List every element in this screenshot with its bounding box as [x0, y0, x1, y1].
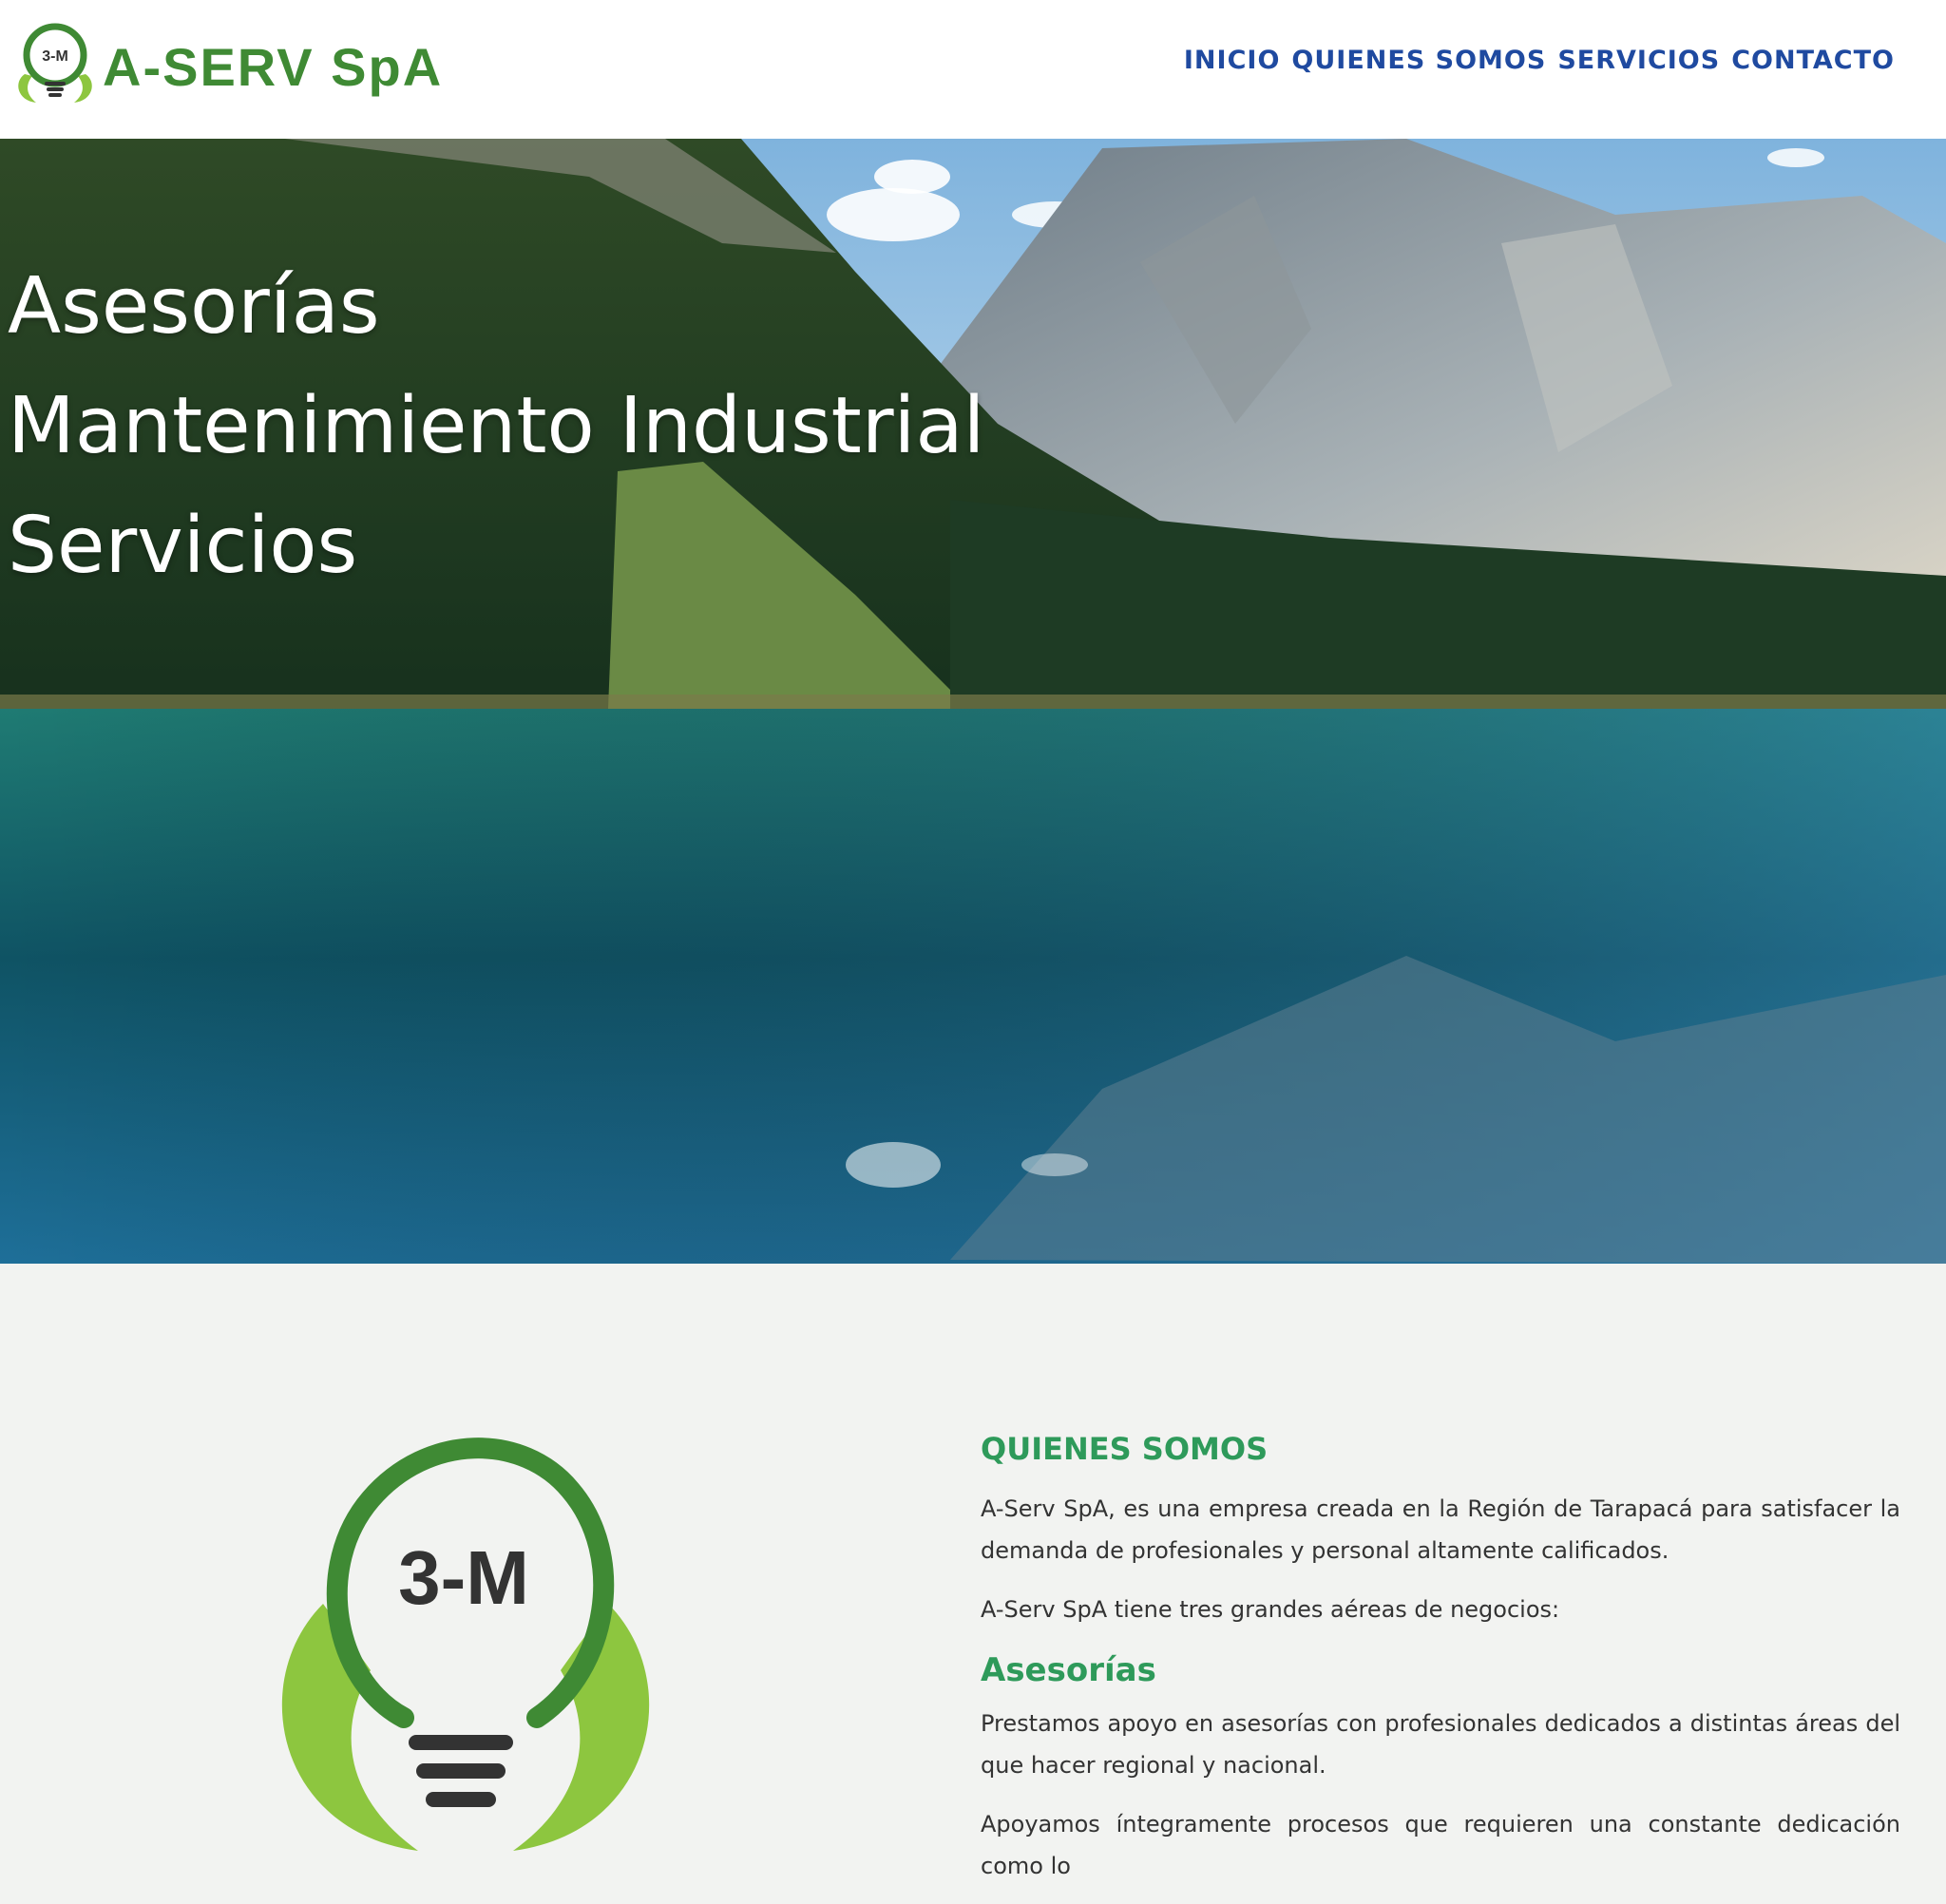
nav-contacto[interactable]: CONTACTO [1731, 46, 1895, 75]
hero-banner: Asesorías Mantenimiento Industrial Servi… [0, 139, 1946, 1264]
nav-quienes-somos[interactable]: QUIENES SOMOS [1291, 46, 1546, 75]
about-paragraph-1: A-Serv SpA, es una empresa creada en la … [981, 1495, 1900, 1564]
about-section: 3-M QUIENES SOMOS A-Serv SpA, es una emp… [0, 1264, 1946, 1879]
svg-text:3-M: 3-M [398, 1535, 529, 1620]
asesorias-subtitle: Asesorías [981, 1651, 1156, 1689]
nav-inicio[interactable]: INICIO [1184, 46, 1281, 75]
hero-line-asesorias: Asesorías [8, 261, 380, 352]
hero-line-mantenimiento: Mantenimiento Industrial [8, 381, 985, 471]
main-nav: INICIO QUIENES SOMOS SERVICIOS CONTACTO [1184, 46, 1895, 75]
hero-line-servicios: Servicios [8, 501, 358, 591]
asesorias-paragraph-2: Apoyamos íntegramente procesos que requi… [981, 1811, 1900, 1879]
bulb-leaf-logo-icon: 3-M [281, 1438, 650, 1851]
site-header: 3-M A-SERV SpA INICIO QUIENES SOMOS SERV… [0, 0, 1946, 139]
brand-name[interactable]: A-SERV SpA [103, 36, 443, 98]
svg-text:3-M: 3-M [42, 48, 68, 65]
company-logo-icon[interactable]: 3-M [11, 19, 99, 106]
nav-servicios[interactable]: SERVICIOS [1557, 46, 1720, 75]
about-title: QUIENES SOMOS [981, 1431, 1269, 1467]
asesorias-paragraph-1: Prestamos apoyo en asesorías con profesi… [981, 1710, 1900, 1779]
hero-headlines: Asesorías Mantenimiento Industrial Servi… [8, 247, 984, 606]
about-content: QUIENES SOMOS A-Serv SpA, es una empresa… [981, 1431, 1900, 1904]
about-paragraph-2: A-Serv SpA tiene tres grandes aéreas de … [981, 1596, 1560, 1623]
